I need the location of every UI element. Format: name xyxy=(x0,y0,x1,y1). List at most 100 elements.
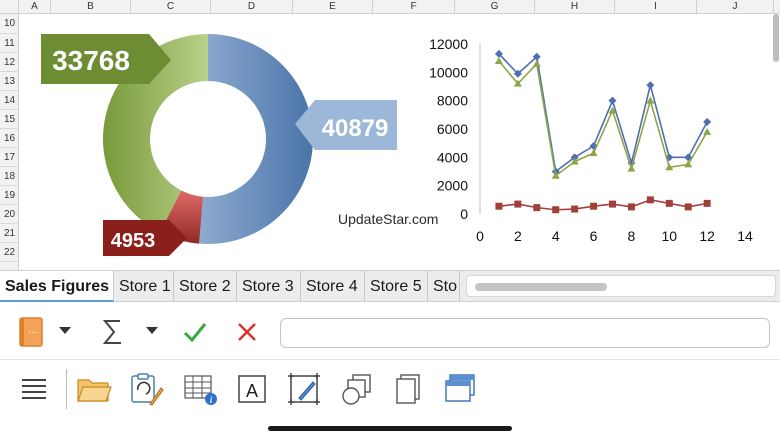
y-tick-label: 8000 xyxy=(437,93,468,109)
x-tick-label: 8 xyxy=(628,228,636,244)
y-tick-label: 2000 xyxy=(437,178,468,194)
donut-slice-blue[interactable] xyxy=(199,34,313,244)
sheet-tab[interactable]: Store 5 xyxy=(365,271,428,302)
data-point[interactable] xyxy=(684,160,693,168)
data-point[interactable] xyxy=(514,200,522,208)
callout-label-blue: 40879 xyxy=(295,100,397,150)
row-header[interactable]: 13 xyxy=(0,72,19,91)
data-point[interactable] xyxy=(627,203,635,211)
data-point[interactable] xyxy=(703,127,712,135)
line-chart[interactable]: 0 2000 4000 6000 8000 10000 12000 0 2 4 6 8 10 12 14 xyxy=(420,30,760,250)
menu-icon[interactable] xyxy=(14,369,54,409)
series-line[interactable] xyxy=(498,199,708,211)
data-point[interactable] xyxy=(552,206,560,214)
row-header[interactable]: 14 xyxy=(0,91,19,110)
sheet-tabs-bar: Sales Figures Store 1 Store 2 Store 3 St… xyxy=(0,270,780,302)
donut-label: 40879 xyxy=(322,115,389,142)
chevron-down-icon[interactable] xyxy=(143,321,161,341)
x-tick-label: 10 xyxy=(661,228,677,244)
column-header[interactable]: A xyxy=(19,0,51,14)
row-header[interactable]: 20 xyxy=(0,205,19,224)
data-point[interactable] xyxy=(627,164,636,172)
callout-label-red: 4953 xyxy=(103,220,187,256)
sheet-tab[interactable]: Sales Figures xyxy=(0,271,114,302)
select-all-corner[interactable] xyxy=(0,0,19,14)
sheet-tab[interactable]: Store 4 xyxy=(301,271,365,302)
column-header[interactable]: J xyxy=(697,0,774,14)
row-header[interactable]: 10 xyxy=(0,14,19,34)
data-point[interactable] xyxy=(533,204,541,212)
bottom-toolbar: i A xyxy=(0,361,780,421)
row-header[interactable]: 21 xyxy=(0,224,19,243)
row-header[interactable]: 11 xyxy=(0,34,19,53)
watermark-text: UpdateStar.com xyxy=(338,211,439,227)
open-folder-icon[interactable] xyxy=(74,369,114,409)
data-point[interactable] xyxy=(646,81,655,90)
data-point[interactable] xyxy=(571,205,579,213)
column-header[interactable]: B xyxy=(51,0,131,14)
row-header[interactable]: 19 xyxy=(0,186,19,205)
column-header[interactable]: E xyxy=(293,0,373,14)
function-book-icon[interactable]: ··· xyxy=(14,315,48,349)
column-header[interactable]: I xyxy=(615,0,697,14)
shapes-icon[interactable] xyxy=(336,369,376,409)
sum-icon[interactable] xyxy=(96,315,130,349)
donut-label: 4953 xyxy=(111,230,156,252)
sheet-tab[interactable]: Store 2 xyxy=(174,271,237,302)
formula-input[interactable] xyxy=(280,318,770,348)
paste-format-icon[interactable] xyxy=(126,369,166,409)
cancel-icon[interactable] xyxy=(230,315,264,349)
column-header[interactable]: D xyxy=(211,0,293,14)
row-header[interactable]: 22 xyxy=(0,243,19,262)
data-point[interactable] xyxy=(684,203,692,211)
scroll-thumb[interactable] xyxy=(475,283,607,291)
column-header[interactable]: H xyxy=(535,0,615,14)
table-info-icon[interactable]: i xyxy=(180,369,220,409)
y-tick-label: 12000 xyxy=(429,36,468,52)
text-box-icon[interactable]: A xyxy=(232,369,272,409)
pages-icon[interactable] xyxy=(388,369,428,409)
row-header-bar: 10 11 12 13 14 15 16 17 18 19 20 21 22 xyxy=(0,14,19,270)
horizontal-scrollbar[interactable] xyxy=(466,275,776,297)
row-header[interactable]: 12 xyxy=(0,53,19,72)
x-tick-label: 2 xyxy=(514,228,522,244)
data-point[interactable] xyxy=(532,59,541,67)
y-tick-label: 4000 xyxy=(437,149,468,165)
row-header[interactable]: 18 xyxy=(0,167,19,186)
y-tick-label: 0 xyxy=(460,206,468,222)
y-tick-label: 10000 xyxy=(429,64,468,80)
sheet-tab[interactable]: Store 1 xyxy=(114,271,174,302)
data-point[interactable] xyxy=(703,117,712,126)
data-point[interactable] xyxy=(590,202,598,210)
home-indicator[interactable] xyxy=(268,426,512,431)
row-header[interactable]: 16 xyxy=(0,129,19,148)
data-point[interactable] xyxy=(494,57,503,64)
donut-label: 33768 xyxy=(52,45,130,76)
data-point[interactable] xyxy=(703,199,711,207)
crop-image-icon[interactable] xyxy=(284,369,324,409)
row-header[interactable]: 17 xyxy=(0,148,19,167)
data-point[interactable] xyxy=(495,202,503,210)
data-point[interactable] xyxy=(646,196,654,204)
sheet-tab[interactable]: Sto xyxy=(428,271,460,302)
scroll-thumb[interactable] xyxy=(773,14,779,62)
column-header[interactable]: F xyxy=(373,0,455,14)
spreadsheet[interactable]: A B C D E F G H I J 10 11 12 13 14 15 16… xyxy=(0,0,780,270)
data-point[interactable] xyxy=(609,200,616,208)
accept-icon[interactable] xyxy=(178,315,212,349)
sheet-tab[interactable]: Store 3 xyxy=(237,271,301,302)
data-point[interactable] xyxy=(608,96,617,105)
x-tick-label: 6 xyxy=(590,228,598,244)
row-header[interactable]: 15 xyxy=(0,110,19,129)
y-tick-label: 6000 xyxy=(437,121,468,137)
donut-chart[interactable]: 33768 40879 4953 xyxy=(19,14,439,270)
vertical-scrollbar[interactable] xyxy=(772,14,780,94)
column-header[interactable]: C xyxy=(131,0,211,14)
data-point[interactable] xyxy=(589,149,598,157)
x-tick-label: 14 xyxy=(737,228,753,244)
data-point[interactable] xyxy=(665,199,673,207)
series-line[interactable] xyxy=(498,60,708,178)
chevron-down-icon[interactable] xyxy=(56,321,74,341)
column-header[interactable]: G xyxy=(455,0,535,14)
windows-icon[interactable] xyxy=(440,369,480,409)
